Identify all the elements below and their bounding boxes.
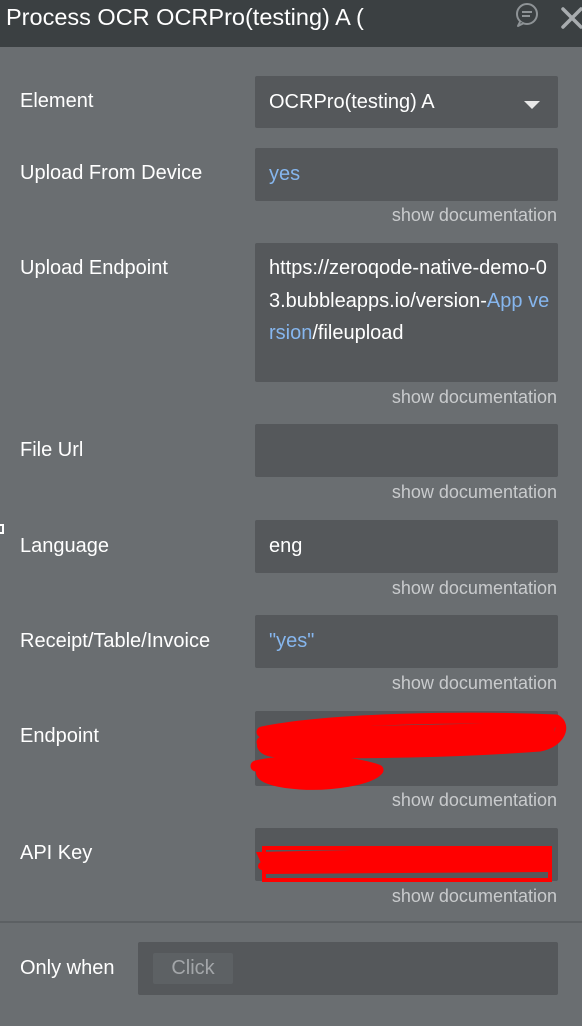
file-url-input[interactable]	[255, 424, 558, 477]
close-icon[interactable]	[560, 6, 582, 30]
language-input[interactable]: eng	[255, 520, 558, 573]
show-documentation-link[interactable]: show documentation	[392, 790, 557, 811]
panel-title: Process OCR OCRPro(testing) A (	[6, 4, 364, 30]
upload-from-device-input[interactable]: yes	[255, 148, 558, 201]
show-documentation-link[interactable]: show documentation	[392, 205, 557, 226]
show-documentation-link[interactable]: show documentation	[392, 387, 557, 408]
chevron-down-icon	[524, 101, 540, 109]
upload-endpoint-suffix-text: /fileupload	[312, 322, 404, 344]
endpoint-label: Endpoint	[20, 725, 99, 747]
click-to-add-condition-button[interactable]: Click	[153, 953, 233, 984]
show-documentation-link[interactable]: show documentation	[392, 886, 557, 907]
comment-icon[interactable]	[514, 2, 540, 28]
resize-handle[interactable]	[0, 524, 4, 534]
endpoint-input[interactable]	[255, 711, 558, 786]
upload-endpoint-value: https://zeroqode-native-demo-03.bubbleap…	[269, 252, 550, 350]
title-bar[interactable]: Process OCR OCRPro(testing) A (	[0, 0, 582, 47]
upload-from-device-label: Upload From Device	[20, 162, 203, 184]
element-value: OCRPro(testing) A	[269, 91, 435, 113]
file-url-label: File Url	[20, 439, 84, 461]
only-when-label: Only when	[20, 957, 115, 979]
element-dropdown[interactable]: OCRPro(testing) A	[255, 76, 558, 128]
show-documentation-link[interactable]: show documentation	[392, 578, 557, 599]
language-value: eng	[269, 535, 303, 557]
upload-endpoint-input[interactable]: https://zeroqode-native-demo-03.bubbleap…	[255, 243, 558, 382]
show-documentation-link[interactable]: show documentation	[392, 482, 557, 503]
element-label: Element	[20, 90, 94, 112]
receipt-table-invoice-input[interactable]: "yes"	[255, 615, 558, 668]
receipt-table-invoice-label: Receipt/Table/Invoice	[20, 630, 211, 652]
section-divider	[0, 921, 582, 923]
api-key-label: API Key	[20, 842, 93, 864]
property-editor-panel: Process OCR OCRPro(testing) A ( Element …	[0, 0, 582, 1026]
only-when-condition-input[interactable]: Click	[138, 942, 558, 995]
api-key-input[interactable]	[255, 828, 558, 881]
language-label: Language	[20, 535, 109, 557]
upload-endpoint-label: Upload Endpoint	[20, 257, 168, 279]
upload-from-device-value: yes	[269, 163, 301, 185]
show-documentation-link[interactable]: show documentation	[392, 673, 557, 694]
receipt-table-invoice-value: "yes"	[269, 630, 315, 652]
